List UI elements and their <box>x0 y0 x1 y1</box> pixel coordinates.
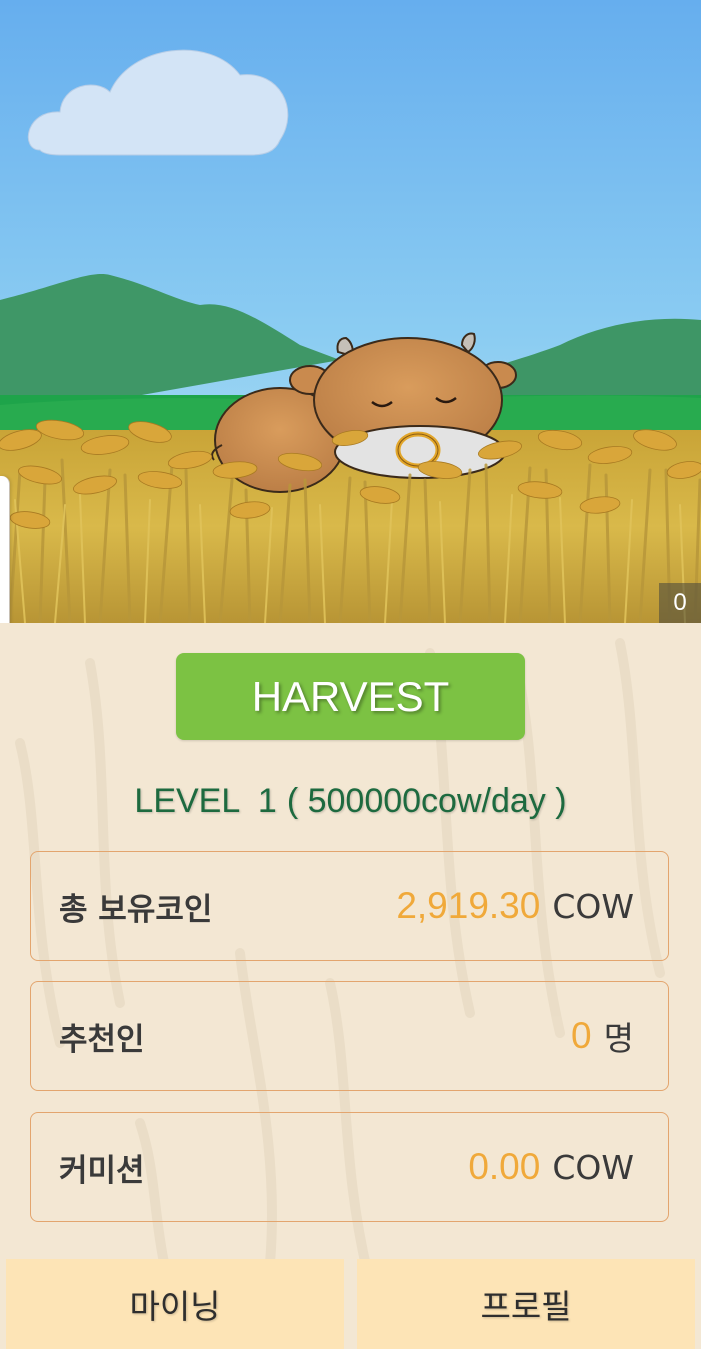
level-info: LEVEL 1 ( 500000cow/day ) <box>0 773 701 829</box>
commission-label: 커미션 <box>59 1152 145 1189</box>
tab-mining[interactable]: 마이닝 <box>6 1259 344 1349</box>
total-coin-box: 총 보유코인 2,919.30 COW <box>30 851 669 961</box>
counter-badge: 0 <box>659 583 701 623</box>
commission-box: 커미션 0.00 COW <box>30 1112 669 1222</box>
farm-scene: 0 <box>0 0 701 623</box>
referrer-value: 0 <box>571 1015 592 1056</box>
total-coin-value: 2,919.30 <box>396 885 541 926</box>
main-panel: HARVEST LEVEL 1 ( 500000cow/day ) 총 보유코인… <box>0 623 701 1349</box>
total-coin-unit: COW <box>552 886 634 926</box>
harvest-button[interactable]: HARVEST <box>176 653 525 740</box>
referrer-box: 추천인 0 명 <box>30 981 669 1091</box>
commission-value: 0.00 <box>468 1146 541 1187</box>
referrer-unit: 명 <box>603 1019 634 1058</box>
commission-unit: COW <box>552 1147 634 1187</box>
referrer-label: 추천인 <box>59 1021 145 1058</box>
level-rate: ( 500000cow/day ) <box>286 781 567 820</box>
tab-profile[interactable]: 프로필 <box>357 1259 695 1349</box>
cow-field-illustration <box>0 0 701 623</box>
total-coin-label: 총 보유코인 <box>59 891 213 928</box>
level-label: LEVEL 1 <box>134 781 277 820</box>
bottom-tab-bar: 마이닝 프로필 <box>0 1259 701 1349</box>
